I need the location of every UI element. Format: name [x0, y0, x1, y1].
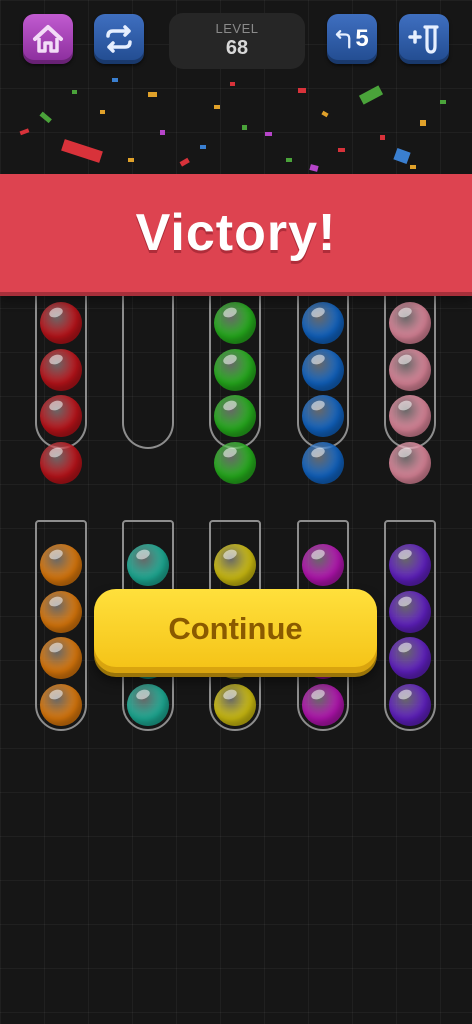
home-icon — [33, 25, 63, 53]
teal-ball — [127, 544, 169, 586]
restart-button[interactable] — [94, 14, 144, 64]
confetti — [19, 78, 446, 172]
restart-icon — [106, 25, 132, 53]
teal-ball — [127, 683, 169, 726]
orange-ball — [40, 590, 82, 633]
add-tube-icon — [408, 25, 439, 54]
pink-ball — [389, 395, 431, 437]
pink-ball — [389, 348, 431, 391]
home-button[interactable] — [23, 14, 73, 64]
victory-title: Victory! — [135, 204, 337, 262]
orange-ball — [40, 637, 82, 679]
purple-ball — [389, 544, 431, 586]
pink-ball — [389, 441, 431, 484]
magenta-ball — [302, 544, 344, 586]
blue-ball — [302, 348, 344, 391]
tube-bottom-1[interactable] — [35, 520, 87, 731]
continue-label: Continue — [168, 611, 303, 646]
undo-count: 5 — [355, 25, 369, 52]
red-ball — [40, 302, 82, 344]
level-number: 68 — [225, 37, 249, 59]
magenta-ball — [302, 683, 344, 726]
purple-ball — [389, 637, 431, 679]
green-ball — [214, 348, 256, 391]
red-ball — [40, 441, 82, 484]
tube-top-2[interactable] — [122, 282, 174, 449]
green-ball — [214, 395, 256, 437]
add-tube-button[interactable] — [399, 14, 449, 64]
victory-banner: Victory! — [0, 174, 472, 292]
blue-ball — [302, 302, 344, 344]
yellow-ball — [214, 683, 256, 726]
orange-ball — [40, 544, 82, 586]
continue-button[interactable]: Continue — [94, 589, 377, 673]
pink-ball — [389, 302, 431, 344]
level-indicator: LEVEL 68 — [169, 13, 305, 69]
undo-button[interactable]: 5 — [327, 14, 377, 64]
blue-ball — [302, 395, 344, 437]
yellow-ball — [214, 544, 256, 586]
level-label: LEVEL — [215, 21, 259, 36]
undo-icon — [336, 30, 351, 49]
tube-bottom-5[interactable] — [384, 520, 436, 731]
tube-top-1[interactable] — [35, 282, 87, 484]
tube-top-5[interactable] — [384, 282, 436, 484]
green-ball — [214, 302, 256, 344]
red-ball — [40, 348, 82, 391]
blue-ball — [302, 441, 344, 484]
tube-top-3[interactable] — [209, 282, 261, 484]
purple-ball — [389, 590, 431, 633]
orange-ball — [40, 683, 82, 726]
red-ball — [40, 395, 82, 437]
purple-ball — [389, 683, 431, 726]
green-ball — [214, 441, 256, 484]
tube-top-4[interactable] — [297, 282, 349, 484]
